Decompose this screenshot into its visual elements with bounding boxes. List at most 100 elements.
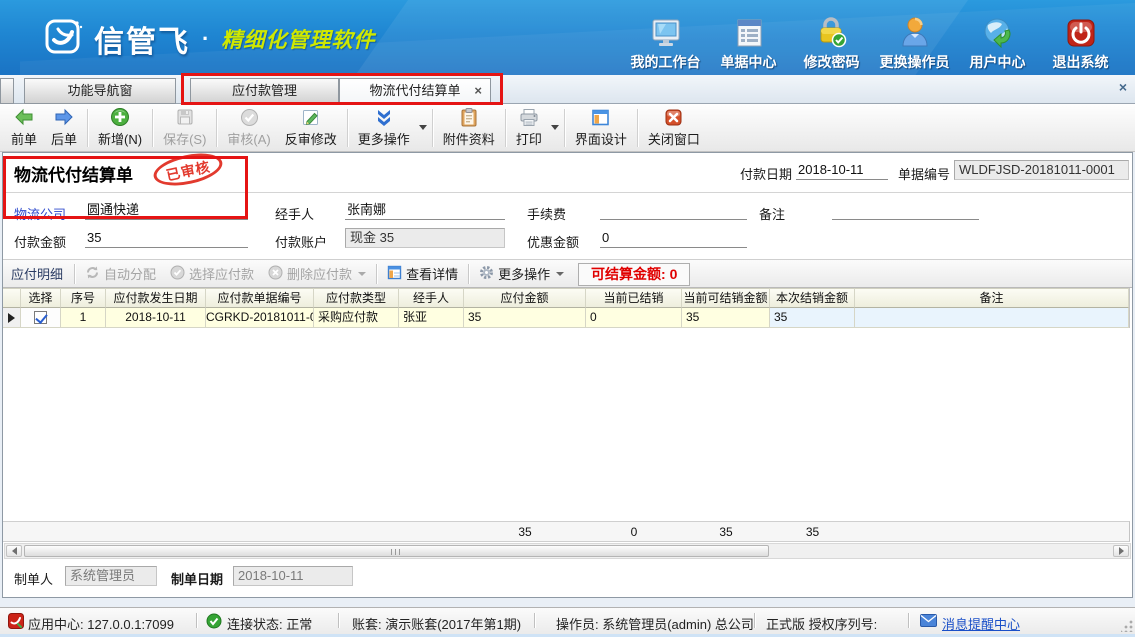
scroll-right-arrow-icon — [1119, 547, 1124, 555]
application-window: 信管飞 · 精细化管理软件 我的工作台 — [0, 0, 1135, 637]
cell-this-settle[interactable]: 35 — [770, 308, 855, 328]
col-header-seq[interactable]: 序号 — [61, 288, 106, 308]
col-header-settled[interactable]: 当前已结销 — [586, 288, 682, 308]
envelope-icon[interactable] — [920, 614, 937, 630]
add-button[interactable]: 新增(N) — [91, 106, 149, 150]
tab-function-nav[interactable]: 功能导航窗 — [24, 78, 176, 104]
logistics-company-field[interactable]: 圆通快递 — [85, 201, 248, 220]
connection-status: 连接状态: 正常 — [227, 614, 312, 633]
nav-my-workbench[interactable]: 我的工作台 — [624, 14, 707, 72]
button-label: 界面设计 — [575, 129, 627, 148]
next-doc-button[interactable]: 后单 — [44, 106, 84, 150]
nav-document-center[interactable]: 单据中心 — [707, 14, 790, 72]
button-label: 更多操作 — [498, 264, 550, 283]
nav-change-password[interactable]: 修改密码 — [790, 14, 873, 72]
tab-edge-sliver — [0, 78, 14, 104]
tab-label: 应付款管理 — [232, 83, 297, 98]
more-actions-button[interactable]: 更多操作 — [351, 106, 417, 150]
col-header-this-settle[interactable]: 本次结销金额 — [770, 288, 855, 308]
status-separator — [196, 613, 197, 628]
pay-date-label: 付款日期 — [740, 164, 792, 183]
dropdown-caret-icon — [358, 272, 366, 276]
cell-settleable: 35 — [682, 308, 770, 328]
checkbox-checked-icon[interactable] — [34, 311, 47, 324]
horizontal-scrollbar[interactable] — [4, 543, 1131, 559]
grid-data-row[interactable]: 1 2018-10-11 CGRKD-20181011-0005 采购应付款 张… — [3, 308, 1129, 328]
summary-spacer — [61, 522, 106, 541]
button-label: 更多操作 — [358, 129, 410, 148]
col-header-docno[interactable]: 应付款单据编号 — [206, 288, 314, 308]
col-header-select[interactable]: 选择 — [21, 288, 61, 308]
cell-remark[interactable] — [855, 308, 1129, 328]
detail-toolbar: 应付明细 自动分配 选择应付款 — [3, 259, 1132, 288]
arrow-right-icon — [54, 108, 74, 127]
handler-field[interactable]: 张南娜 — [345, 201, 505, 220]
tab-payable-management[interactable]: 应付款管理 — [190, 78, 339, 104]
discount-field[interactable]: 0 — [600, 229, 747, 248]
pay-account-field: 现金 35 — [345, 228, 505, 248]
col-header-amount[interactable]: 应付金额 — [464, 288, 586, 308]
tabstrip-close-icon[interactable]: × — [1119, 79, 1127, 95]
message-center-link[interactable]: 消息提醒中心 — [942, 614, 1020, 633]
detail-more-actions-button[interactable]: 更多操作 — [472, 261, 571, 286]
nav-switch-operator[interactable]: 更换操作员 — [873, 14, 956, 72]
app-center-status: 应用中心: 127.0.0.1:7099 — [28, 614, 174, 633]
dropdown-caret-icon[interactable] — [551, 125, 559, 130]
switch-user-icon — [900, 14, 930, 48]
save-floppy-icon — [176, 108, 194, 127]
tab-label: 物流代付结算单 — [369, 83, 460, 98]
attachments-button[interactable]: 附件资料 — [436, 106, 502, 150]
nav-user-center[interactable]: 用户中心 — [956, 14, 1039, 72]
pay-date-field[interactable]: 2018-10-11 — [796, 161, 888, 180]
scrollbar-thumb[interactable] — [24, 545, 769, 557]
view-detail-button[interactable]: 查看详情 — [380, 261, 465, 286]
auto-assign-button: 自动分配 — [78, 261, 163, 286]
print-button[interactable]: 打印 — [509, 106, 549, 150]
divider — [3, 192, 1132, 193]
tab-close-icon[interactable]: × — [474, 79, 482, 103]
close-window-button[interactable]: 关闭窗口 — [641, 106, 707, 150]
row-pointer-icon — [8, 313, 15, 323]
document-list-icon — [734, 14, 764, 48]
row-select-cell[interactable] — [21, 308, 61, 328]
col-header-remark[interactable]: 备注 — [855, 288, 1129, 308]
unaudit-button[interactable]: 反审修改 — [278, 106, 344, 150]
cell-settled: 0 — [586, 308, 682, 328]
nav-exit-system[interactable]: 退出系统 — [1039, 14, 1122, 72]
remark-field[interactable] — [832, 201, 979, 220]
toolbar-separator — [87, 109, 88, 147]
x-circle-icon — [268, 265, 283, 283]
doc-no-label: 单据编号 — [898, 164, 950, 183]
cell-docno: CGRKD-20181011-0005 — [206, 308, 314, 328]
summary-spacer — [399, 522, 464, 541]
globe-arrow-icon — [982, 14, 1014, 48]
document-panel: 物流代付结算单 已审核 付款日期 2018-10-11 单据编号 WLDFJSD… — [2, 152, 1133, 598]
col-header-settleable[interactable]: 当前可结销金额 — [682, 288, 770, 308]
document-footer: 制单人 系统管理员 制单日期 2018-10-11 — [3, 565, 1132, 591]
col-header-handler[interactable]: 经手人 — [399, 288, 464, 308]
scrollbar-grip-icon — [391, 549, 403, 555]
brand-tagline: 精细化管理软件 — [221, 24, 375, 54]
dropdown-caret-icon[interactable] — [556, 272, 564, 276]
scroll-right-button[interactable] — [1113, 545, 1129, 557]
scroll-left-button[interactable] — [6, 545, 22, 557]
pay-account-label: 付款账户 — [275, 232, 327, 251]
dropdown-caret-icon[interactable] — [419, 125, 427, 130]
plus-circle-icon — [110, 107, 130, 127]
tab-logistics-settlement[interactable]: 物流代付结算单 × — [339, 78, 491, 104]
toolbar-separator — [564, 109, 565, 147]
resize-grip-icon[interactable] — [1121, 620, 1133, 632]
brand-separator: · — [202, 26, 209, 52]
cell-date: 2018-10-11 — [106, 308, 206, 328]
button-label: 选择应付款 — [189, 264, 254, 283]
ui-design-button[interactable]: 界面设计 — [568, 106, 634, 150]
col-header-date[interactable]: 应付款发生日期 — [106, 288, 206, 308]
toolbar-separator — [376, 264, 377, 284]
pay-amount-field[interactable]: 35 — [85, 229, 248, 248]
button-label: 打印 — [516, 129, 542, 148]
prev-doc-button[interactable]: 前单 — [4, 106, 44, 150]
toolbar-separator — [468, 264, 469, 284]
fee-field[interactable] — [600, 201, 747, 220]
button-label: 附件资料 — [443, 129, 495, 148]
col-header-type[interactable]: 应付款类型 — [314, 288, 399, 308]
